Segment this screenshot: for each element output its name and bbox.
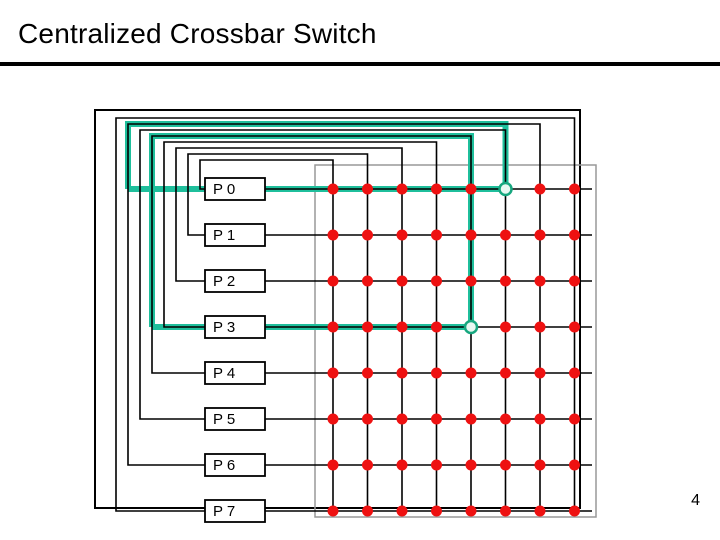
- crosspoint: [569, 506, 580, 517]
- crosspoint-active: [500, 183, 512, 195]
- crosspoint: [397, 506, 408, 517]
- crosspoint: [328, 368, 339, 379]
- crosspoint: [431, 322, 442, 333]
- crosspoint: [362, 368, 373, 379]
- crosspoint: [500, 230, 511, 241]
- crosspoint: [397, 460, 408, 471]
- crosspoint: [328, 460, 339, 471]
- crosspoint: [535, 230, 546, 241]
- crosspoint: [535, 460, 546, 471]
- port-label: P 3: [213, 319, 235, 336]
- crosspoint: [328, 506, 339, 517]
- crosspoint: [362, 322, 373, 333]
- port-label: P 6: [213, 457, 235, 474]
- crosspoint: [362, 276, 373, 287]
- crossbar-diagram: P 0 P 1 P 2 P 3 P 4 P 5 P 6 P 7: [0, 0, 720, 540]
- crosspoint: [466, 368, 477, 379]
- crosspoint: [431, 460, 442, 471]
- crosspoint: [535, 276, 546, 287]
- crosspoint: [397, 368, 408, 379]
- crosspoint: [362, 460, 373, 471]
- crosspoint: [397, 230, 408, 241]
- crosspoint: [466, 506, 477, 517]
- crosspoint: [535, 414, 546, 425]
- crosspoint: [535, 322, 546, 333]
- crosspoint: [569, 276, 580, 287]
- port-label: P 4: [213, 365, 235, 382]
- crosspoint: [397, 184, 408, 195]
- crosspoint: [535, 368, 546, 379]
- crosspoint: [397, 414, 408, 425]
- crosspoint: [569, 414, 580, 425]
- crosspoint-active: [465, 321, 477, 333]
- crosspoint: [500, 506, 511, 517]
- crosspoint: [431, 368, 442, 379]
- crosspoint: [362, 230, 373, 241]
- crosspoint: [500, 276, 511, 287]
- crosspoint: [362, 414, 373, 425]
- crosspoint: [466, 276, 477, 287]
- crosspoint: [569, 230, 580, 241]
- crosspoint: [535, 506, 546, 517]
- crosspoint: [328, 414, 339, 425]
- port-label: P 0: [213, 181, 235, 198]
- crosspoint: [328, 230, 339, 241]
- crosspoint: [500, 460, 511, 471]
- crosspoint: [569, 460, 580, 471]
- port-label: P 7: [213, 503, 235, 520]
- crosspoint: [466, 414, 477, 425]
- crosspoint: [328, 276, 339, 287]
- crosspoint: [431, 184, 442, 195]
- crosspoint: [466, 230, 477, 241]
- crosspoint: [431, 414, 442, 425]
- crosspoint: [328, 184, 339, 195]
- crosspoint: [569, 184, 580, 195]
- crosspoint: [397, 322, 408, 333]
- crosspoint: [569, 368, 580, 379]
- crosspoint: [397, 276, 408, 287]
- port-label: P 2: [213, 273, 235, 290]
- crosspoint: [500, 368, 511, 379]
- port-label: P 5: [213, 411, 235, 428]
- crosspoint: [431, 230, 442, 241]
- crosspoint: [362, 506, 373, 517]
- crosspoint: [500, 414, 511, 425]
- crosspoint: [431, 506, 442, 517]
- port-label: P 1: [213, 227, 235, 244]
- crosspoint: [431, 276, 442, 287]
- crosspoint: [466, 460, 477, 471]
- crosspoint: [466, 184, 477, 195]
- crosspoint: [328, 322, 339, 333]
- crosspoint: [535, 184, 546, 195]
- crosspoint: [362, 184, 373, 195]
- crosspoint: [569, 322, 580, 333]
- crosspoint: [500, 322, 511, 333]
